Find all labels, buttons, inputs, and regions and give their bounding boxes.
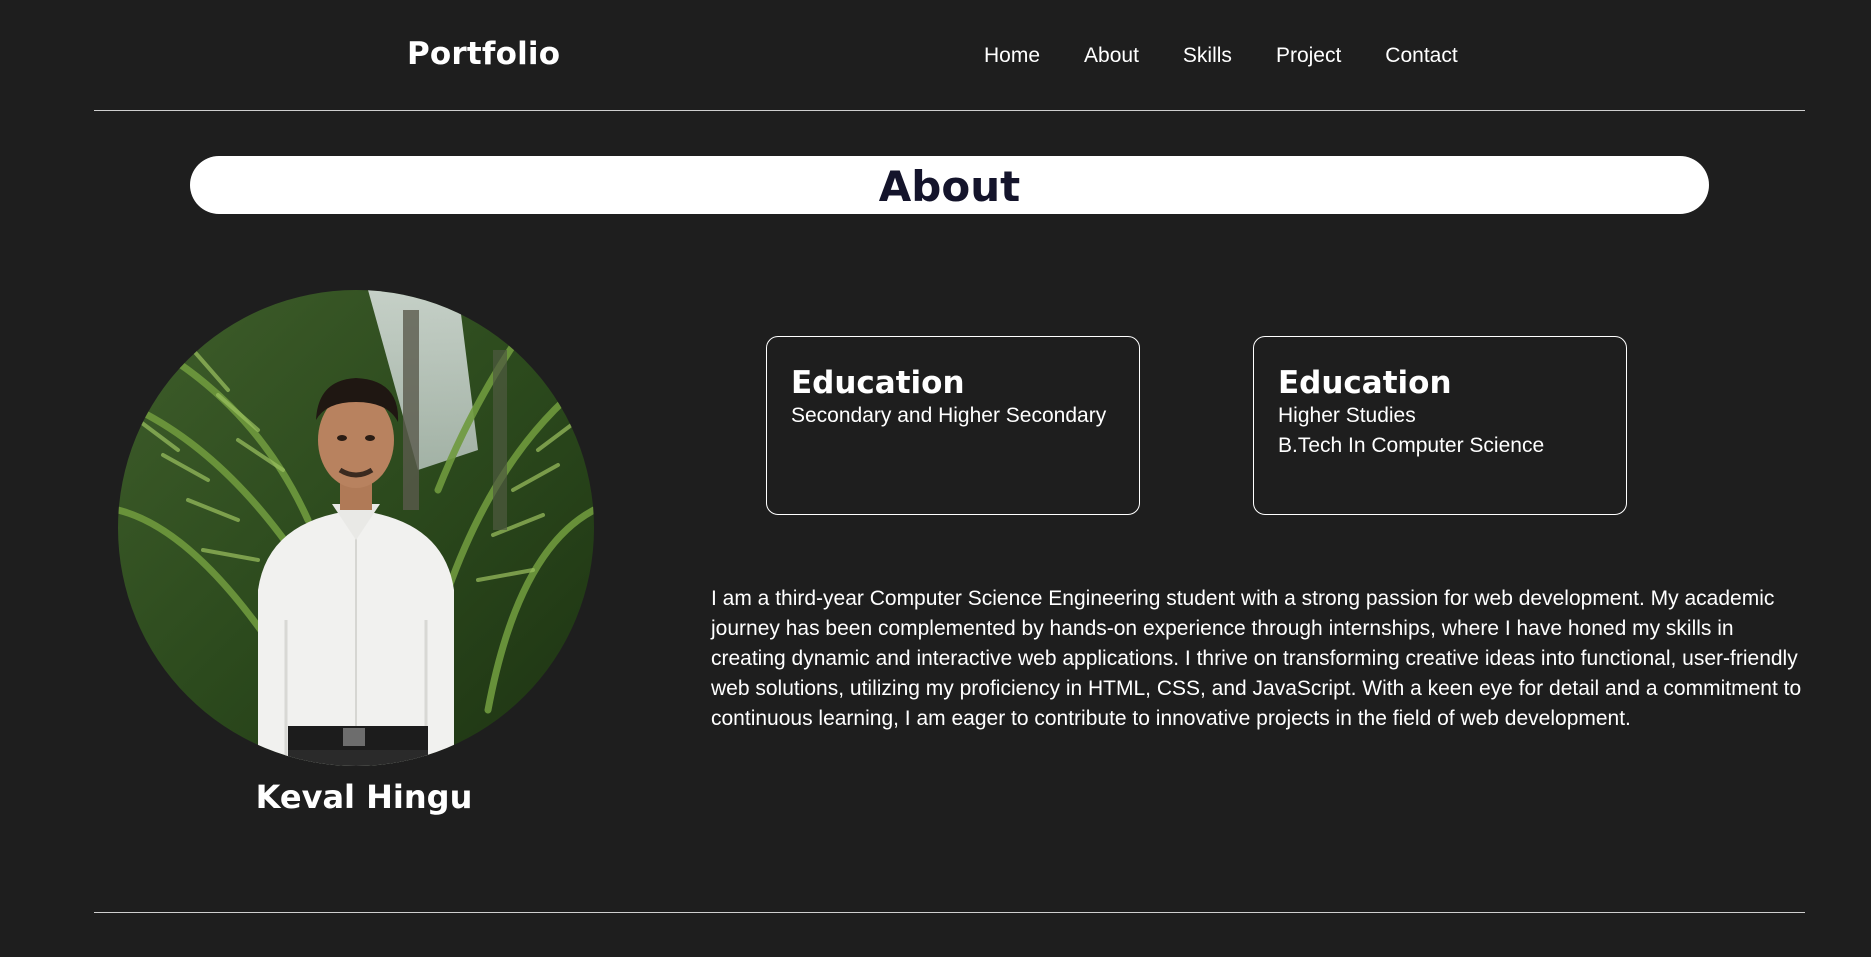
card-line: B.Tech In Computer Science bbox=[1278, 434, 1545, 457]
nav-link-skills[interactable]: Skills bbox=[1183, 44, 1232, 68]
card-title: Education bbox=[791, 365, 965, 401]
header-divider bbox=[94, 110, 1805, 111]
section-title-bar: About bbox=[190, 156, 1709, 214]
nav-links: Home About Skills Project Contact bbox=[984, 44, 1458, 68]
page: Portfolio Home About Skills Project Cont… bbox=[0, 0, 1871, 957]
card-title: Education bbox=[1278, 365, 1452, 401]
section-title: About bbox=[878, 162, 1021, 211]
nav-link-home[interactable]: Home bbox=[984, 44, 1040, 68]
nav-link-contact[interactable]: Contact bbox=[1385, 44, 1457, 68]
footer-divider bbox=[94, 912, 1805, 913]
education-card-higher: Education Higher Studies B.Tech In Compu… bbox=[1253, 336, 1627, 515]
card-line: Secondary and Higher Secondary bbox=[791, 404, 1107, 427]
brand-logo[interactable]: Portfolio bbox=[407, 36, 560, 72]
about-bio: I am a third-year Computer Science Engin… bbox=[711, 587, 1802, 730]
nav-link-project[interactable]: Project bbox=[1276, 44, 1341, 68]
profile-photo bbox=[118, 290, 594, 766]
nav-link-about[interactable]: About bbox=[1084, 44, 1139, 68]
education-card-secondary: Education Secondary and Higher Secondary bbox=[766, 336, 1140, 515]
navbar: Portfolio Home About Skills Project Cont… bbox=[0, 0, 1871, 111]
profile-name: Keval Hingu bbox=[255, 778, 473, 816]
card-line: Higher Studies bbox=[1278, 404, 1416, 427]
